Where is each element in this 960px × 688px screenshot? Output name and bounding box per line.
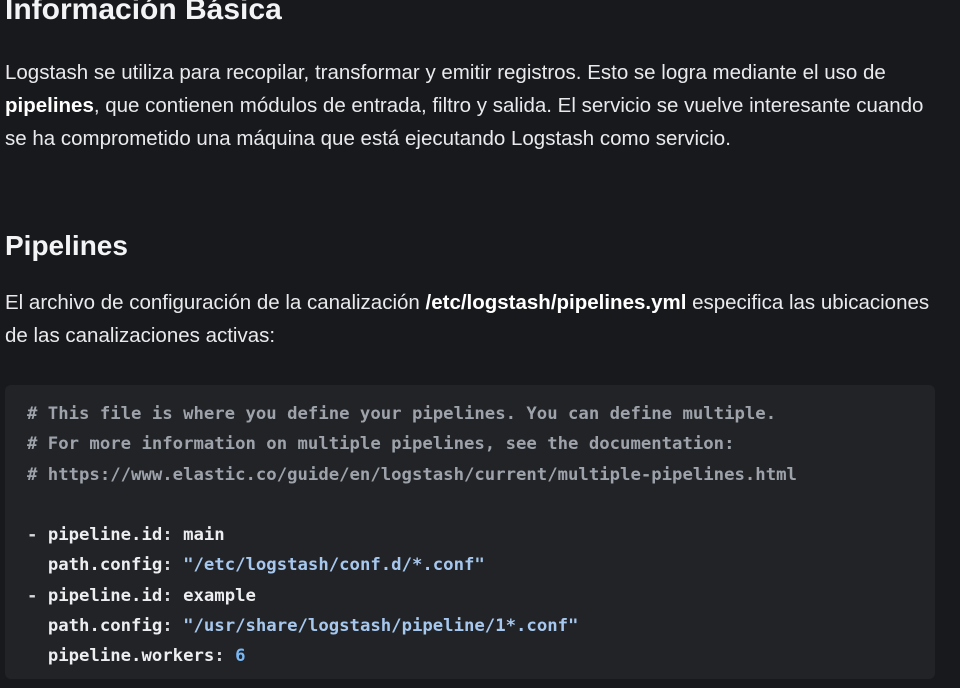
code-line: pipeline.workers: 6 <box>27 641 935 671</box>
code-value: example <box>183 585 256 606</box>
code-colon: : <box>162 555 184 576</box>
paragraph-intro-text-a: Logstash se utiliza para recopilar, tran… <box>5 61 886 84</box>
paragraph-intro-text-b: , que contienen módulos de entrada, filt… <box>5 94 924 150</box>
heading-informacion-basica: Información Básica <box>5 0 282 26</box>
paragraph-intro-bold: pipelines <box>5 94 94 117</box>
code-colon: : <box>214 646 236 667</box>
code-line: # This file is where you define your pip… <box>27 399 935 429</box>
code-string: "/usr/share/logstash/pipeline/1*.conf" <box>183 616 579 637</box>
code-key: pipeline.workers <box>47 646 215 667</box>
code-dash: - <box>27 525 48 546</box>
code-dash: - <box>27 585 48 606</box>
code-line: - pipeline.id: example <box>27 581 935 611</box>
code-string: "/etc/logstash/conf.d/*.conf" <box>183 555 485 576</box>
code-number: 6 <box>235 646 246 667</box>
code-key: pipeline.id <box>47 525 163 546</box>
paragraph-pipelines: El archivo de configuración de la canali… <box>5 286 935 352</box>
code-line: # For more information on multiple pipel… <box>27 429 935 459</box>
code-colon: : <box>162 525 184 546</box>
code-comment: # This file is where you define your pip… <box>27 404 777 424</box>
paragraph-pipelines-path: /etc/logstash/pipelines.yml <box>425 291 687 314</box>
heading-pipelines: Pipelines <box>5 230 128 261</box>
paragraph-pipelines-text-a: El archivo de configuración de la canali… <box>5 291 426 314</box>
code-comment: # For more information on multiple pipel… <box>27 434 735 455</box>
code-colon: : <box>162 616 184 637</box>
code-comment: # https://www.elastic.co/guide/en/logsta… <box>27 464 797 485</box>
code-line: # https://www.elastic.co/guide/en/logsta… <box>27 460 935 490</box>
paragraph-intro: Logstash se utiliza para recopilar, tran… <box>5 56 935 155</box>
code-value: main <box>183 525 225 546</box>
code-key: path.config <box>47 616 163 637</box>
code-colon: : <box>162 585 184 606</box>
code-line: path.config: "/etc/logstash/conf.d/*.con… <box>27 550 935 580</box>
code-line: - pipeline.id: main <box>27 520 935 550</box>
code-line: path.config: "/usr/share/logstash/pipeli… <box>27 611 935 641</box>
code-block[interactable]: # This file is where you define your pip… <box>5 385 935 679</box>
code-key: pipeline.id <box>47 585 163 606</box>
code-key: path.config <box>47 555 163 576</box>
